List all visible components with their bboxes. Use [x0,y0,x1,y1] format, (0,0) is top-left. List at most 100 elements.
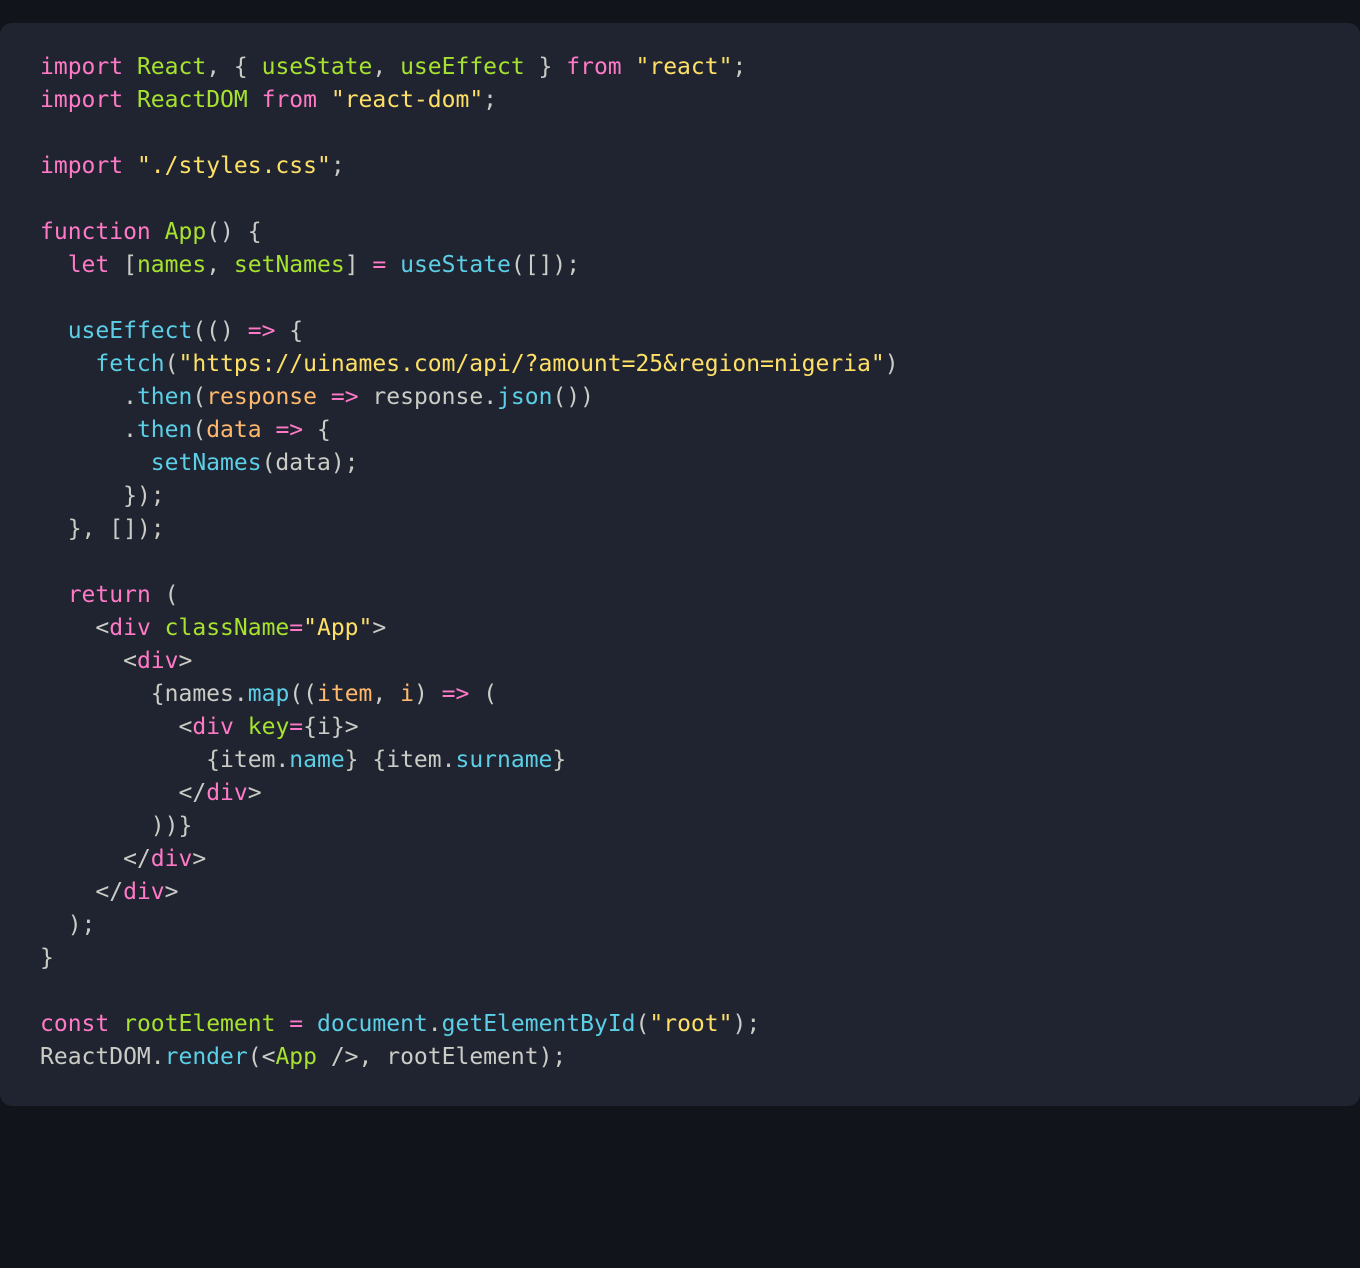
token-p [262,417,276,443]
token-fn: then [137,384,192,410]
token-tag: div [192,714,234,740]
token-def: names [137,252,206,278]
code-content: import React, { useState, useEffect } fr… [40,54,899,1070]
token-p: { [303,714,317,740]
token-str: "react" [636,54,733,80]
token-p: ( [192,417,206,443]
token-p: . [234,681,248,707]
token-p: (< [248,1044,276,1070]
token-p: < [178,714,192,740]
token-p [234,714,248,740]
code-line: <div> [40,648,192,674]
token-p: }, []); [68,516,165,542]
token-p: { [303,417,331,443]
token-p: ( [262,450,276,476]
token-p: />, [317,1044,386,1070]
token-op: => [248,318,276,344]
token-p: } { [345,747,387,773]
token-op: = [289,615,303,641]
token-fn: map [248,681,290,707]
token-op: => [275,417,303,443]
token-str: "root" [649,1011,732,1037]
token-fn: useEffect [68,318,193,344]
token-kw: let [68,252,110,278]
token-p: { [275,318,303,344]
code-line: const rootElement = document.getElementB… [40,1011,760,1037]
code-line: fetch("https://uinames.com/api/?amount=2… [40,351,899,377]
token-p: . [123,384,137,410]
token-const: document [317,1011,428,1037]
token-def: App [275,1044,317,1070]
token-str: "react-dom" [331,87,483,113]
token-p: > [192,846,206,872]
code-line: } [40,945,54,971]
token-p [248,87,262,113]
code-line: {item.name} {item.surname} [40,747,566,773]
token-p: , [206,252,234,278]
token-id: i [317,714,331,740]
token-p [359,384,373,410]
code-line: ))} [40,813,192,839]
token-p [123,87,137,113]
token-p: ( [151,582,179,608]
token-fn: getElementById [442,1011,636,1037]
token-attr: key [248,714,290,740]
token-p [275,1011,289,1037]
token-p [622,54,636,80]
code-line: .then(response => response.json()) [40,384,594,410]
token-tag: div [109,615,151,641]
token-str: "./styles.css" [137,153,331,179]
token-p: ()) [552,384,594,410]
token-op: => [331,384,359,410]
token-p [151,219,165,245]
token-p: ( [165,351,179,377]
token-p: ( [636,1011,650,1037]
token-kw: import [40,54,123,80]
code-block: import React, { useState, useEffect } fr… [0,23,1360,1106]
token-p: . [442,747,456,773]
token-par: data [206,417,261,443]
token-p: }> [331,714,359,740]
token-p: ); [539,1044,567,1070]
token-op: = [372,252,386,278]
token-p: . [123,417,137,443]
token-p: () { [206,219,261,245]
token-p: > [165,879,179,905]
token-def: React [137,54,206,80]
token-op: = [289,1011,303,1037]
token-p [386,252,400,278]
code-line: ); [40,912,95,938]
token-prop: name [289,747,344,773]
token-def: ReactDOM [137,87,248,113]
token-p: </ [123,846,151,872]
token-id: ReactDOM [40,1044,151,1070]
code-line: </div> [40,780,262,806]
token-p: (( [289,681,317,707]
token-p: [ [109,252,137,278]
token-kw: const [40,1011,109,1037]
token-p: ))} [151,813,193,839]
code-line: {names.map((item, i) => ( [40,681,497,707]
token-p: }); [123,483,165,509]
code-line: <div className="App"> [40,615,386,641]
token-def: useState [262,54,373,80]
token-fn: json [497,384,552,410]
code-line: </div> [40,879,179,905]
token-p [317,87,331,113]
token-def: useEffect [400,54,525,80]
token-str: "App" [303,615,372,641]
token-kw: import [40,153,123,179]
token-p: ; [331,153,345,179]
token-p: < [123,648,137,674]
token-id: data [275,450,330,476]
code-line: .then(data => { [40,417,331,443]
token-p: </ [178,780,206,806]
token-attr: className [165,615,290,641]
token-def: setNames [234,252,345,278]
token-p: > [248,780,262,806]
token-p: , [372,54,400,80]
token-p [317,384,331,410]
token-id: item [386,747,441,773]
token-fn: useState [400,252,511,278]
token-p: { [206,747,220,773]
